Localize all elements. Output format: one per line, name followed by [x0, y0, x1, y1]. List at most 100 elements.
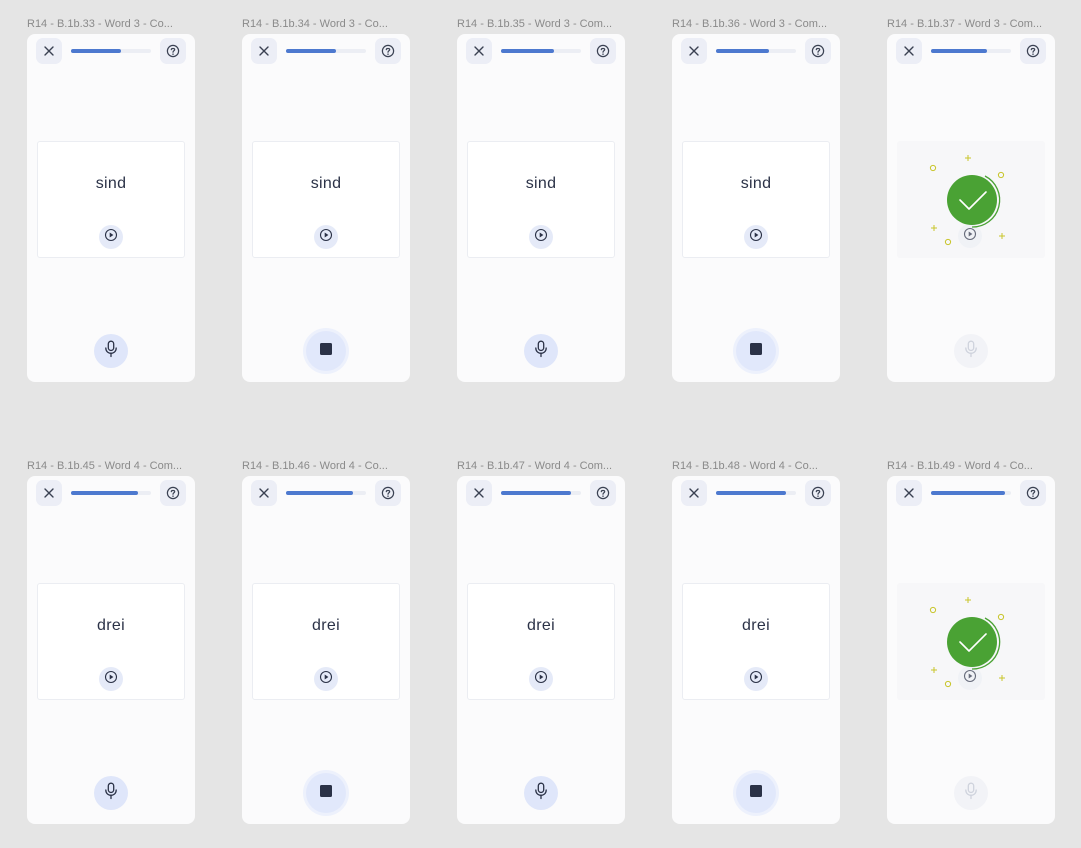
- word-card: sind: [467, 141, 615, 258]
- close-button[interactable]: [466, 38, 492, 64]
- frame-title: R14 - B.1b.47 - Word 4 - Com...: [457, 460, 613, 472]
- help-button[interactable]: [160, 38, 186, 64]
- help-icon: [381, 486, 395, 500]
- success-animation: [897, 141, 1045, 263]
- confetti-plus: [931, 225, 937, 231]
- progress-fill: [286, 491, 354, 495]
- stop-icon: [319, 342, 333, 361]
- close-button[interactable]: [681, 480, 707, 506]
- close-icon: [903, 45, 915, 57]
- progress-bar: [931, 491, 1011, 495]
- exercise-frame: drei: [242, 476, 410, 824]
- help-icon: [381, 44, 395, 58]
- progress-fill: [501, 49, 554, 53]
- stop-icon: [319, 784, 333, 803]
- word-text: sind: [95, 175, 127, 192]
- help-button[interactable]: [590, 480, 616, 506]
- stop-recording-button[interactable]: [306, 773, 346, 813]
- play-icon: [319, 228, 333, 247]
- exercise-frame: sind: [242, 34, 410, 382]
- close-button[interactable]: [681, 38, 707, 64]
- play-button[interactable]: [314, 225, 338, 249]
- top-bar: [27, 476, 195, 510]
- help-button[interactable]: [805, 38, 831, 64]
- help-button[interactable]: [375, 480, 401, 506]
- stop-recording-button[interactable]: [306, 331, 346, 371]
- play-button[interactable]: [99, 667, 123, 691]
- microphone-button[interactable]: [524, 334, 558, 368]
- top-bar: [242, 476, 410, 510]
- progress-fill: [931, 49, 987, 53]
- play-icon: [319, 670, 333, 689]
- stop-recording-button[interactable]: [736, 773, 776, 813]
- help-button[interactable]: [805, 480, 831, 506]
- help-icon: [1026, 486, 1040, 500]
- word-card: drei: [252, 583, 400, 700]
- stop-icon: [749, 784, 763, 803]
- microphone-icon: [534, 340, 548, 363]
- close-icon: [688, 487, 700, 499]
- exercise-frame: drei: [457, 476, 625, 824]
- stop-recording-button[interactable]: [736, 331, 776, 371]
- help-button[interactable]: [160, 480, 186, 506]
- microphone-icon: [104, 340, 118, 363]
- play-icon: [534, 228, 548, 247]
- confetti-circle: [944, 238, 952, 246]
- close-icon: [473, 487, 485, 499]
- progress-bar: [71, 491, 151, 495]
- help-button[interactable]: [1020, 38, 1046, 64]
- confetti-plus: [999, 675, 1005, 681]
- success-badge: [947, 175, 997, 225]
- microphone-button[interactable]: [94, 776, 128, 810]
- frame-title: R14 - B.1b.49 - Word 4 - Co...: [887, 460, 1033, 472]
- play-button[interactable]: [314, 667, 338, 691]
- close-button[interactable]: [36, 38, 62, 64]
- play-button[interactable]: [529, 667, 553, 691]
- help-button[interactable]: [590, 38, 616, 64]
- word-text: drei: [97, 617, 125, 634]
- close-button[interactable]: [251, 38, 277, 64]
- word-card: sind: [37, 141, 185, 258]
- progress-bar: [501, 49, 581, 53]
- microphone-icon: [964, 782, 978, 805]
- progress-fill: [716, 49, 769, 53]
- help-button[interactable]: [375, 38, 401, 64]
- close-button[interactable]: [466, 480, 492, 506]
- close-button[interactable]: [896, 480, 922, 506]
- progress-bar: [71, 49, 151, 53]
- frame-title: R14 - B.1b.36 - Word 3 - Com...: [672, 18, 828, 30]
- word-text: drei: [742, 617, 770, 634]
- confetti-circle: [997, 613, 1005, 621]
- frame-title: R14 - B.1b.34 - Word 3 - Co...: [242, 18, 388, 30]
- word-card: sind: [252, 141, 400, 258]
- help-button[interactable]: [1020, 480, 1046, 506]
- close-button[interactable]: [896, 38, 922, 64]
- frame-title: R14 - B.1b.35 - Word 3 - Com...: [457, 18, 613, 30]
- word-card: [897, 141, 1045, 258]
- close-icon: [258, 45, 270, 57]
- close-icon: [688, 45, 700, 57]
- close-button[interactable]: [36, 480, 62, 506]
- confetti-plus: [965, 155, 971, 161]
- exercise-frame: sind: [672, 34, 840, 382]
- exercise-frame: [887, 34, 1055, 382]
- microphone-icon: [964, 340, 978, 363]
- confetti-circle: [929, 606, 937, 614]
- help-icon: [1026, 44, 1040, 58]
- help-icon: [811, 44, 825, 58]
- microphone-button[interactable]: [524, 776, 558, 810]
- play-button[interactable]: [99, 225, 123, 249]
- play-button[interactable]: [744, 667, 768, 691]
- microphone-button: [954, 334, 988, 368]
- play-button[interactable]: [744, 225, 768, 249]
- play-button[interactable]: [529, 225, 553, 249]
- frame-title: R14 - B.1b.45 - Word 4 - Com...: [27, 460, 183, 472]
- close-button[interactable]: [251, 480, 277, 506]
- exercise-frame: [887, 476, 1055, 824]
- play-icon: [749, 670, 763, 689]
- microphone-icon: [534, 782, 548, 805]
- microphone-button[interactable]: [94, 334, 128, 368]
- progress-bar: [716, 49, 796, 53]
- word-card: [897, 583, 1045, 700]
- top-bar: [887, 476, 1055, 510]
